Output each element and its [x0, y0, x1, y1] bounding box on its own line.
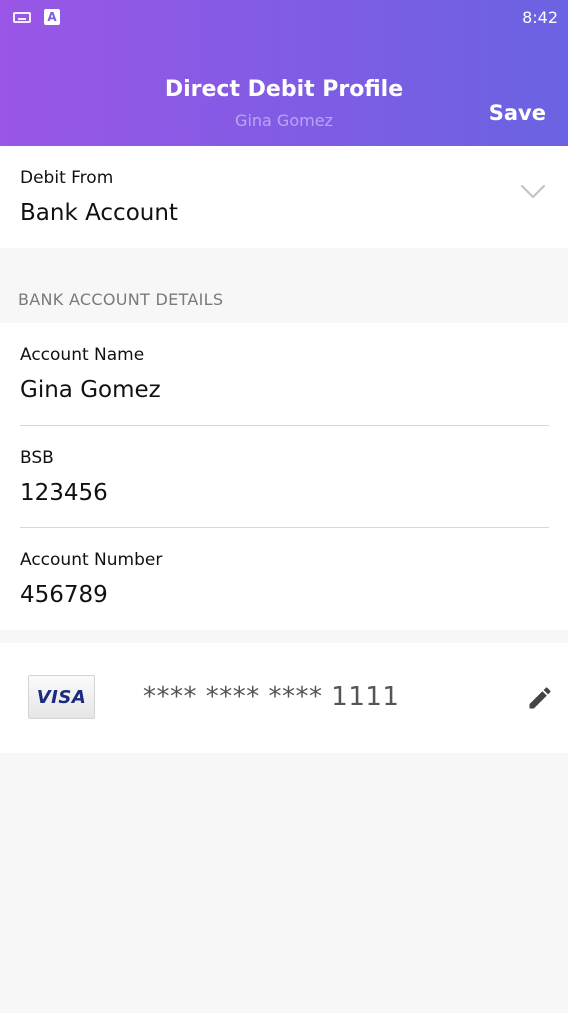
status-bar: A 8:42	[0, 0, 568, 34]
card-masked-number: **** **** **** 1111	[143, 682, 400, 712]
header: A 8:42 Direct Debit Profile Gina Gomez S…	[0, 0, 568, 146]
visa-logo: VISA	[28, 675, 95, 719]
debit-from-select[interactable]: Debit From Bank Account	[0, 146, 568, 248]
bsb-value: 123456	[20, 480, 108, 506]
debit-from-value: Bank Account	[20, 200, 178, 226]
chevron-down-icon	[520, 184, 546, 199]
account-number-label: Account Number	[20, 550, 163, 570]
keyboard-icon	[13, 12, 31, 23]
debit-from-label: Debit From	[20, 168, 114, 188]
account-name-value: Gina Gomez	[20, 377, 161, 403]
app-screen: A 8:42 Direct Debit Profile Gina Gomez S…	[0, 0, 568, 1013]
page-title: Direct Debit Profile	[164, 77, 404, 102]
a-icon: A	[44, 9, 60, 25]
account-number-value: 456789	[20, 582, 108, 608]
save-button[interactable]: Save	[489, 99, 546, 127]
account-name-label: Account Name	[20, 345, 145, 365]
divider	[20, 527, 549, 528]
status-time: 8:42	[522, 8, 558, 27]
page-subtitle: Gina Gomez	[235, 111, 333, 130]
pencil-icon[interactable]	[526, 684, 554, 712]
bank-details-section-title: BANK ACCOUNT DETAILS	[18, 290, 224, 309]
bank-account-details: Account Name Gina Gomez BSB 123456 Accou…	[0, 323, 568, 630]
bsb-label: BSB	[20, 448, 54, 468]
divider	[20, 425, 549, 426]
